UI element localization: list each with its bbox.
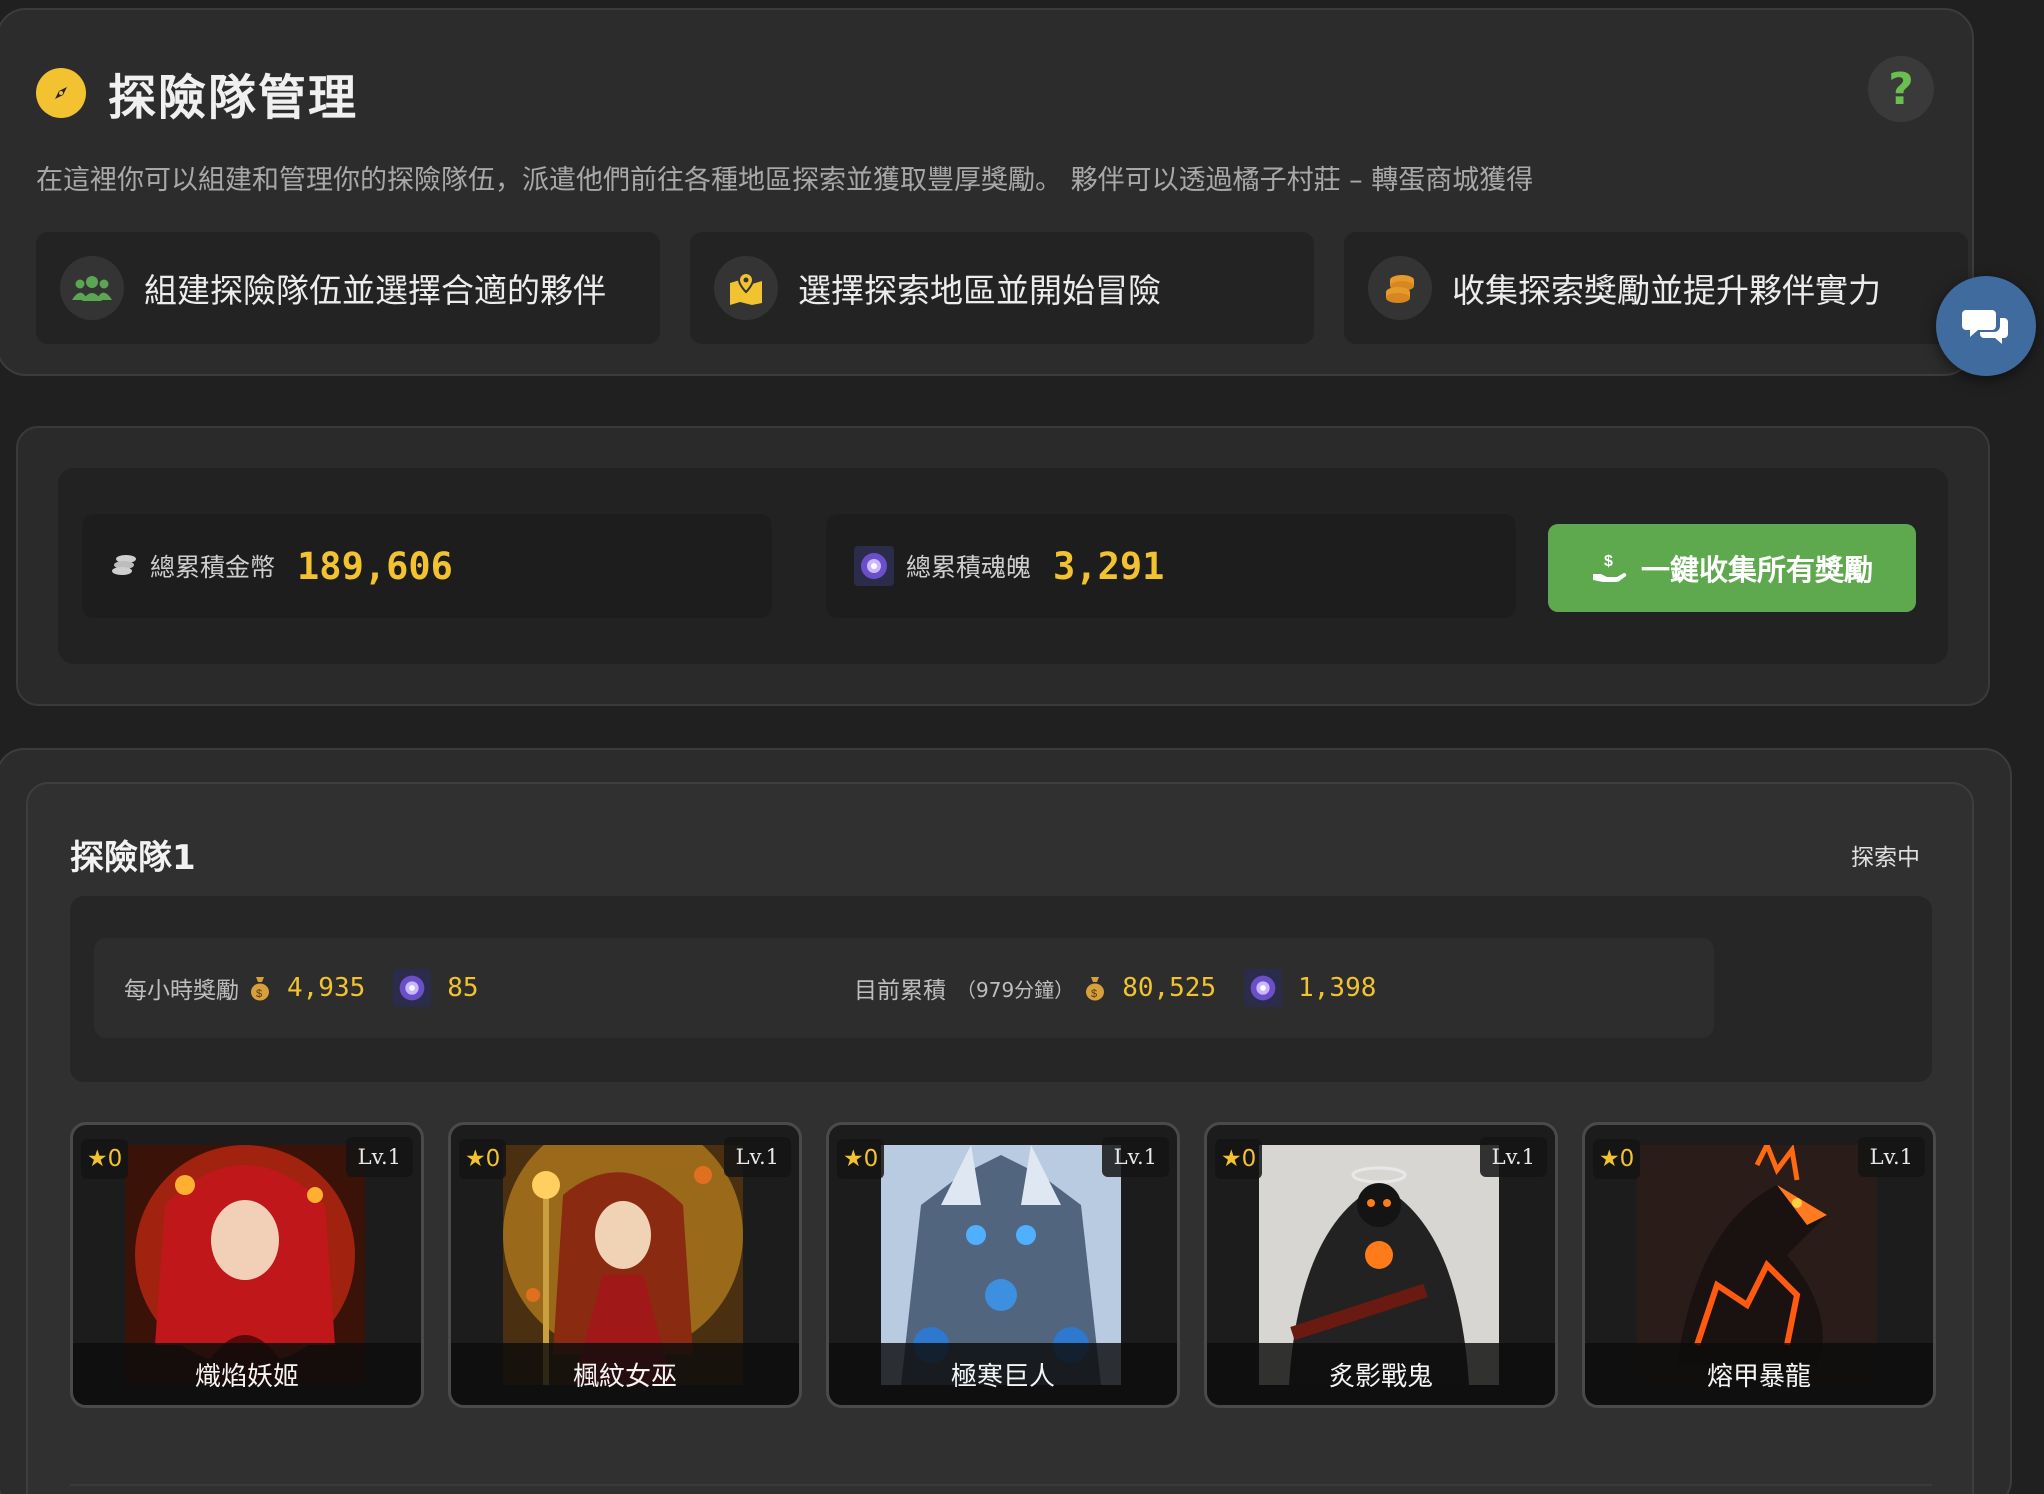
totals-inner: 總累積金幣 189,606 總累積魂魄 3,291 $ 一鍵收集所有獎勵: [58, 468, 1948, 664]
current-gold-value: 80,525: [1122, 973, 1217, 1003]
companion-stars: ★0: [1593, 1139, 1641, 1179]
question-icon: ?: [1888, 63, 1914, 115]
title-row: 探險隊管理: [36, 58, 358, 128]
feature-team: 組建探險隊伍並選擇合適的夥伴: [36, 232, 660, 344]
feature-rewards: 收集探索獎勵並提升夥伴實力: [1344, 232, 1968, 344]
hourly-reward-label: 每小時獎勵: [124, 978, 239, 1004]
total-gold-value: 189,606: [297, 544, 453, 588]
team-status: 探索中: [1851, 845, 1920, 871]
companion-name: 熔甲暴龍: [1585, 1343, 1933, 1405]
total-soul-value: 3,291: [1053, 544, 1165, 588]
coins-icon: [1368, 256, 1432, 320]
total-soul-label: 總累積魂魄: [906, 553, 1032, 582]
companion-name: 炙影戰鬼: [1207, 1343, 1555, 1405]
soul-orb-icon: [854, 546, 894, 586]
svg-text:$: $: [1604, 553, 1613, 570]
current-soul-value: 1,398: [1298, 973, 1377, 1003]
team-section: 探險隊1 探索中 每小時獎勵 $ 4,935 85 目前累積 （979分鐘） $…: [0, 748, 2012, 1494]
feature-label: 收集探索獎勵並提升夥伴實力: [1452, 271, 1881, 310]
compass-icon: [36, 68, 86, 118]
feature-label: 選擇探索地區並開始冒險: [798, 271, 1161, 310]
companion-card[interactable]: ★0 Lv.1 楓紋女巫: [448, 1122, 802, 1408]
chat-icon: [1962, 310, 2008, 344]
hourly-gold-value: 4,935: [287, 973, 366, 1003]
reward-panel: 每小時獎勵 $ 4,935 85 目前累積 （979分鐘） $ 80,525 1…: [70, 896, 1932, 1082]
companion-level: Lv.1: [1857, 1137, 1925, 1177]
money-bag-icon: $: [251, 977, 269, 1001]
page: 探險隊管理 ? 在這裡你可以組建和管理你的探險隊伍，派遣他們前往各種地區探索並獲…: [0, 0, 2044, 1494]
companion-level: Lv.1: [723, 1137, 791, 1177]
companion-card[interactable]: ★0 Lv.1 熾焰妖姬: [70, 1122, 424, 1408]
svg-text:$: $: [256, 988, 262, 1000]
coins-stack-icon: [112, 555, 136, 575]
team-title: 探險隊1: [70, 838, 196, 878]
soul-orb-icon: [1244, 969, 1283, 1007]
users-icon: [60, 256, 124, 320]
chat-button[interactable]: [1936, 276, 2036, 376]
companion-level: Lv.1: [345, 1137, 413, 1177]
companion-stars: ★0: [81, 1139, 129, 1179]
total-gold-label: 總累積金幣: [150, 553, 276, 582]
collect-all-label: 一鍵收集所有獎勵: [1640, 553, 1873, 587]
soul-orb-icon: [393, 969, 432, 1007]
total-gold-box: 總累積金幣 189,606: [82, 514, 772, 618]
divider: [70, 1484, 1932, 1486]
companion-card[interactable]: ★0 Lv.1 熔甲暴龍: [1582, 1122, 1936, 1408]
intro-description: 在這裡你可以組建和管理你的探險隊伍，派遣他們前往各種地區探索並獲取豐厚獎勵。 夥…: [36, 165, 1534, 196]
map-marker-icon: [714, 256, 778, 320]
feature-explore: 選擇探索地區並開始冒險: [690, 232, 1314, 344]
companion-stars: ★0: [459, 1139, 507, 1179]
companion-level: Lv.1: [1101, 1137, 1169, 1177]
companion-card[interactable]: ★0 Lv.1 炙影戰鬼: [1204, 1122, 1558, 1408]
companion-level: Lv.1: [1479, 1137, 1547, 1177]
companion-list: ★0 Lv.1 熾焰妖姬 ★0 Lv.1 楓紋女巫 ★0 Lv.1 極寒巨人 ★…: [70, 1122, 1936, 1408]
collect-all-button[interactable]: $ 一鍵收集所有獎勵: [1548, 524, 1916, 612]
team-card: 探險隊1 探索中 每小時獎勵 $ 4,935 85 目前累積 （979分鐘） $…: [26, 782, 1974, 1494]
total-soul-box: 總累積魂魄 3,291: [826, 514, 1516, 618]
feature-label: 組建探險隊伍並選擇合適的夥伴: [144, 271, 606, 310]
intro-card: 探險隊管理 ? 在這裡你可以組建和管理你的探險隊伍，派遣他們前往各種地區探索並獲…: [0, 8, 1974, 376]
help-button[interactable]: ?: [1868, 56, 1934, 122]
companion-name: 熾焰妖姬: [73, 1343, 421, 1405]
svg-text:$: $: [1091, 988, 1097, 1000]
current-minutes: （979分鐘）: [956, 977, 1075, 1002]
hand-coin-icon: $: [1592, 553, 1627, 582]
totals-card: 總累積金幣 189,606 總累積魂魄 3,291 $ 一鍵收集所有獎勵: [16, 426, 1990, 706]
companion-name: 楓紋女巫: [451, 1343, 799, 1405]
companion-stars: ★0: [837, 1139, 885, 1179]
money-bag-icon: $: [1086, 977, 1105, 1001]
page-title: 探險隊管理: [108, 70, 359, 126]
companion-stars: ★0: [1215, 1139, 1263, 1179]
hourly-soul-value: 85: [447, 973, 479, 1003]
current-reward-box: 目前累積 （979分鐘） $ 80,525 1,398: [824, 938, 1714, 1038]
companion-name: 極寒巨人: [829, 1343, 1177, 1405]
current-reward-label: 目前累積: [854, 978, 946, 1004]
companion-card[interactable]: ★0 Lv.1 極寒巨人: [826, 1122, 1180, 1408]
feature-list: 組建探險隊伍並選擇合適的夥伴 選擇探索地區並開始冒險 收集探索獎勵並提升夥伴實力: [36, 232, 1968, 344]
